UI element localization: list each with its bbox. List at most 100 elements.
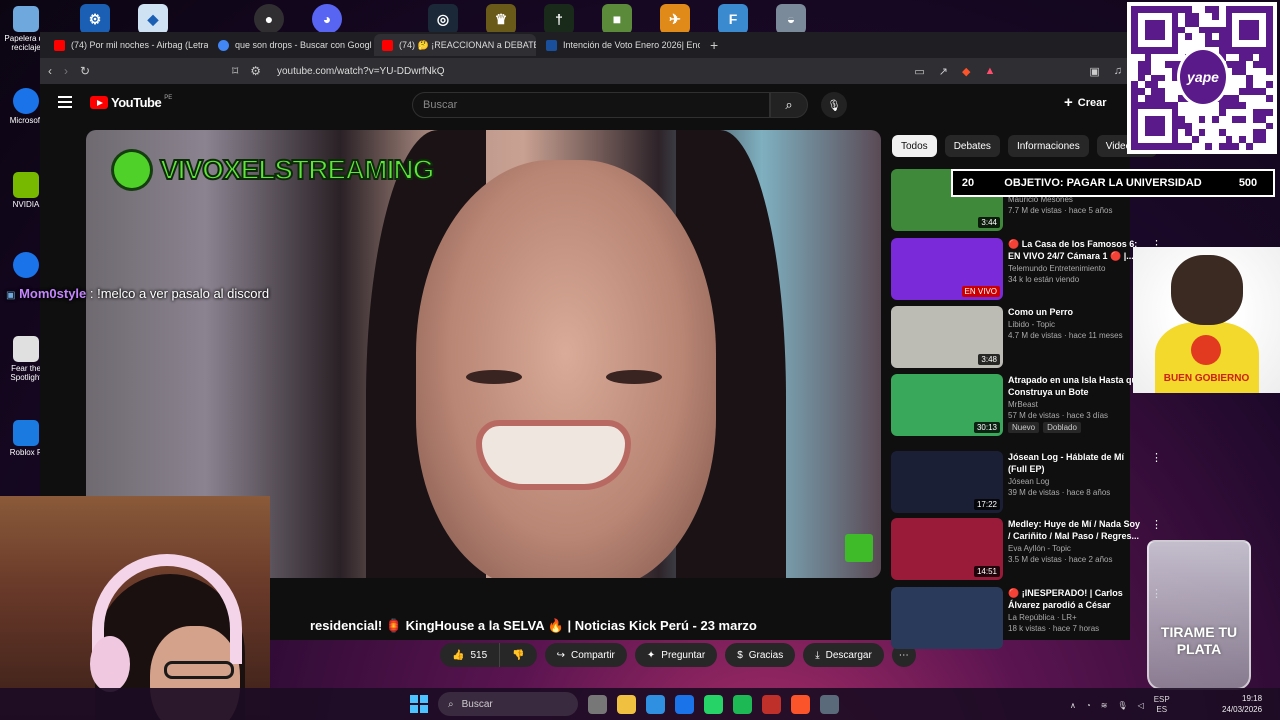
- cast-icon[interactable]: ▭: [914, 65, 924, 78]
- chip-todos[interactable]: Todos: [892, 135, 937, 157]
- taskbar-app-icon[interactable]: [704, 694, 723, 714]
- mic-icon[interactable]: 🎙: [1117, 701, 1127, 710]
- recommendation-channel[interactable]: Eva Ayllón - Topic: [1008, 544, 1143, 553]
- clock[interactable]: 19:18 24/03/2026: [1222, 693, 1262, 715]
- youtube-logo[interactable]: YouTube PE: [90, 95, 172, 110]
- brave-shield-icon[interactable]: ◆: [962, 65, 970, 78]
- menu-icon[interactable]: [58, 96, 72, 111]
- url-field[interactable]: youtube.com/watch?v=YU-DDwrfNkQ: [277, 66, 445, 77]
- qr-module: [1252, 6, 1260, 13]
- shortcut-icon[interactable]: ◆: [138, 4, 168, 34]
- shortcut-icon[interactable]: ⚙: [80, 4, 110, 34]
- qr-module: [1232, 6, 1240, 13]
- search-input[interactable]: Buscar: [412, 92, 770, 118]
- recommendation-item[interactable]: EN VIVO 🔴 La Casa de los Famosos 6: EN VI…: [891, 238, 1162, 300]
- shortcut-icon[interactable]: [196, 4, 226, 34]
- ask-label: Preguntar: [661, 649, 706, 661]
- video-thumbnail[interactable]: [891, 587, 1003, 649]
- chip-informaciones[interactable]: Informaciones: [1007, 135, 1089, 157]
- create-button[interactable]: + Crear: [1064, 94, 1107, 111]
- more-vert-icon[interactable]: ⋮: [1151, 451, 1162, 464]
- reload-icon[interactable]: ↻: [80, 64, 90, 78]
- recommendation-item[interactable]: 17:22 Jósean Log - Háblate de Mí (Full EP…: [891, 451, 1162, 513]
- ask-button[interactable]: ✦ Preguntar: [634, 643, 718, 667]
- download-button[interactable]: ⤓ Descargar: [803, 643, 884, 667]
- share-icon[interactable]: ↗: [939, 65, 948, 78]
- recommendation-channel[interactable]: Libido - Topic: [1008, 320, 1143, 329]
- forward-icon[interactable]: ›: [64, 64, 68, 78]
- shortcut-icon[interactable]: [370, 4, 400, 34]
- tab[interactable]: Intención de Voto Enero 2026| Encu: [538, 34, 700, 56]
- game-icon[interactable]: †: [544, 4, 574, 34]
- rewards-icon[interactable]: ▲: [984, 65, 995, 78]
- taskbar-app-icon[interactable]: [791, 694, 810, 714]
- dislike-button[interactable]: 👎: [500, 643, 537, 667]
- qr-module: [1239, 136, 1246, 144]
- tab-active[interactable]: (74) 🤔 ¡REACCIONAN a DEBATE ×: [374, 34, 536, 56]
- chevron-up-icon[interactable]: ∧: [1070, 701, 1076, 710]
- recommendation-item[interactable]: 30:13 Atrapado en una Isla Hasta que Cons…: [891, 374, 1162, 436]
- taskbar-app-icon[interactable]: [733, 694, 752, 714]
- discord-icon[interactable]: ◕: [312, 4, 342, 34]
- recommendation-channel[interactable]: La República · LR+: [1008, 613, 1143, 622]
- game-icon[interactable]: ♛: [486, 4, 516, 34]
- minecraft-icon[interactable]: ■: [602, 4, 632, 34]
- taskbar-search[interactable]: ⌕ Buscar: [438, 692, 578, 716]
- recommendation-channel[interactable]: Telemundo Entretenimiento: [1008, 264, 1143, 273]
- recommendation-item[interactable]: 14:51 Medley: Huye de Mí / Nada Soy / Car…: [891, 518, 1162, 580]
- qr-module: [1266, 81, 1273, 89]
- recommendation-title[interactable]: Jósean Log - Háblate de Mí (Full EP): [1008, 451, 1143, 475]
- video-thumbnail[interactable]: 17:22: [891, 451, 1003, 513]
- back-icon[interactable]: ‹: [48, 64, 52, 78]
- taskbar-app-icon[interactable]: [762, 694, 781, 714]
- duration-badge: 3:44: [978, 217, 1000, 228]
- volume-icon[interactable]: ◁: [1138, 701, 1144, 710]
- share-button[interactable]: ↪ Compartir: [544, 643, 627, 667]
- video-thumbnail[interactable]: EN VIVO: [891, 238, 1003, 300]
- video-thumbnail[interactable]: 14:51: [891, 518, 1003, 580]
- tab[interactable]: (74) Por mil noches - Airbag (Letra) -: [46, 34, 208, 56]
- voice-search-button[interactable]: 🎙: [821, 92, 847, 118]
- taskbar-app-icon[interactable]: [820, 694, 839, 714]
- music-icon[interactable]: ♫: [1114, 65, 1122, 78]
- game-icon[interactable]: ✈: [660, 4, 690, 34]
- steam-icon[interactable]: ◎: [428, 4, 458, 34]
- video-thumbnail[interactable]: 30:13: [891, 374, 1003, 436]
- recommendation-item[interactable]: 🔴 ¡INESPERADO! | Carlos Álvarez parodió …: [891, 587, 1162, 649]
- taskbar-app-icon[interactable]: [646, 694, 665, 714]
- thanks-button[interactable]: $ Gracias: [725, 643, 796, 667]
- site-info-icon[interactable]: ⚙: [250, 64, 261, 78]
- like-button[interactable]: 👍 515: [440, 643, 501, 667]
- game-icon[interactable]: F: [718, 4, 748, 34]
- video-thumbnail[interactable]: 3:48: [891, 306, 1003, 368]
- taskbar-app-icon[interactable]: [675, 694, 694, 714]
- start-button[interactable]: [410, 695, 428, 713]
- tab[interactable]: que son drops - Buscar con Google: [210, 34, 372, 56]
- taskbar-app-icon[interactable]: [617, 694, 636, 714]
- recommendation-title[interactable]: Como un Perro: [1008, 306, 1143, 318]
- wifi-icon[interactable]: ≋: [1101, 701, 1108, 710]
- qr-module: [1239, 13, 1246, 20]
- chip-debates[interactable]: Debates: [944, 135, 1000, 157]
- recommendation-item[interactable]: 3:48 Como un Perro Libido - Topic 4.7 M de …: [891, 306, 1162, 368]
- recycle-bin-icon: [13, 6, 39, 32]
- obs-icon[interactable]: ●: [254, 4, 284, 34]
- task-view-icon[interactable]: [588, 694, 607, 714]
- recommendation-title[interactable]: 🔴 La Casa de los Famosos 6: EN VIVO 24/7…: [1008, 238, 1143, 262]
- more-vert-icon[interactable]: ⋮: [1151, 518, 1162, 531]
- sidebar-icon[interactable]: ▣: [1089, 65, 1099, 78]
- search-button[interactable]: ⌕: [770, 92, 808, 118]
- recommendation-title[interactable]: Medley: Huye de Mí / Nada Soy / Cariñito…: [1008, 518, 1143, 542]
- recommendation-title[interactable]: 🔴 ¡INESPERADO! | Carlos Álvarez parodió …: [1008, 587, 1143, 611]
- game-icon[interactable]: ◒: [776, 4, 806, 34]
- recommendation-title[interactable]: Atrapado en una Isla Hasta que Construya…: [1008, 374, 1143, 398]
- recommendation-channel[interactable]: MrBeast: [1008, 400, 1143, 409]
- network-icon[interactable]: ◔: [1086, 701, 1091, 710]
- bookmark-icon[interactable]: ⌑: [232, 64, 238, 78]
- language-indicator[interactable]: ESP ES: [1154, 695, 1170, 715]
- duration-badge: 30:13: [973, 422, 1000, 433]
- qr-module: [1266, 116, 1273, 123]
- qr-module: [1232, 129, 1239, 136]
- new-tab-button[interactable]: +: [702, 37, 726, 53]
- recommendation-channel[interactable]: Jósean Log: [1008, 477, 1143, 486]
